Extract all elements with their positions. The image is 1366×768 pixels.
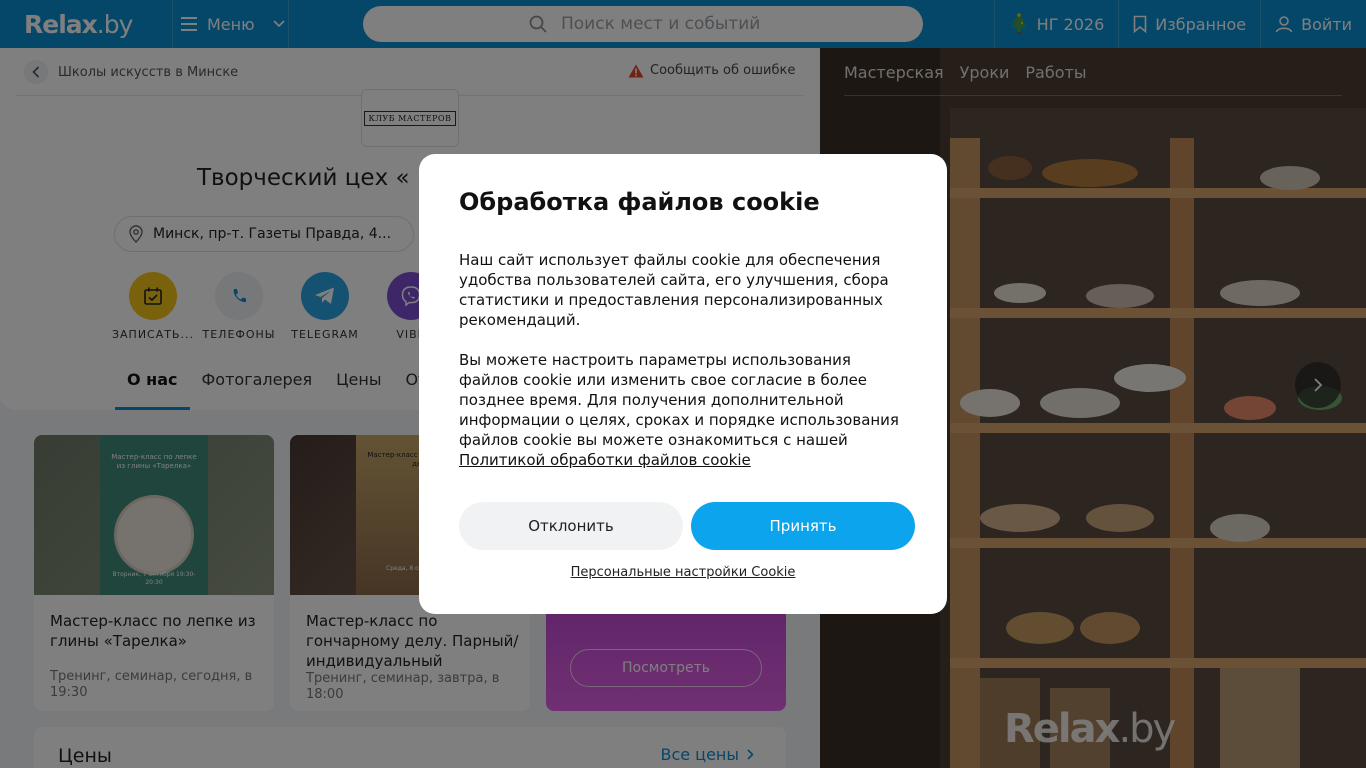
cookie-paragraph-2-text: Вы можете настроить параметры использова… bbox=[459, 351, 899, 449]
cookie-paragraph-2: Вы можете настроить параметры использова… bbox=[459, 350, 911, 470]
cookie-title: Обработка файлов cookie bbox=[459, 188, 820, 216]
cookie-paragraph-1: Наш сайт использует файлы cookie для обе… bbox=[459, 251, 889, 329]
accept-button[interactable]: Принять bbox=[691, 502, 915, 550]
decline-button[interactable]: Отклонить bbox=[459, 502, 683, 550]
cookie-policy-link[interactable]: Политикой обработки файлов cookie bbox=[459, 451, 751, 469]
personal-settings-link[interactable]: Персональные настройки Cookie bbox=[419, 565, 947, 580]
cookie-dialog: Обработка файлов cookie Наш сайт использ… bbox=[419, 154, 947, 614]
